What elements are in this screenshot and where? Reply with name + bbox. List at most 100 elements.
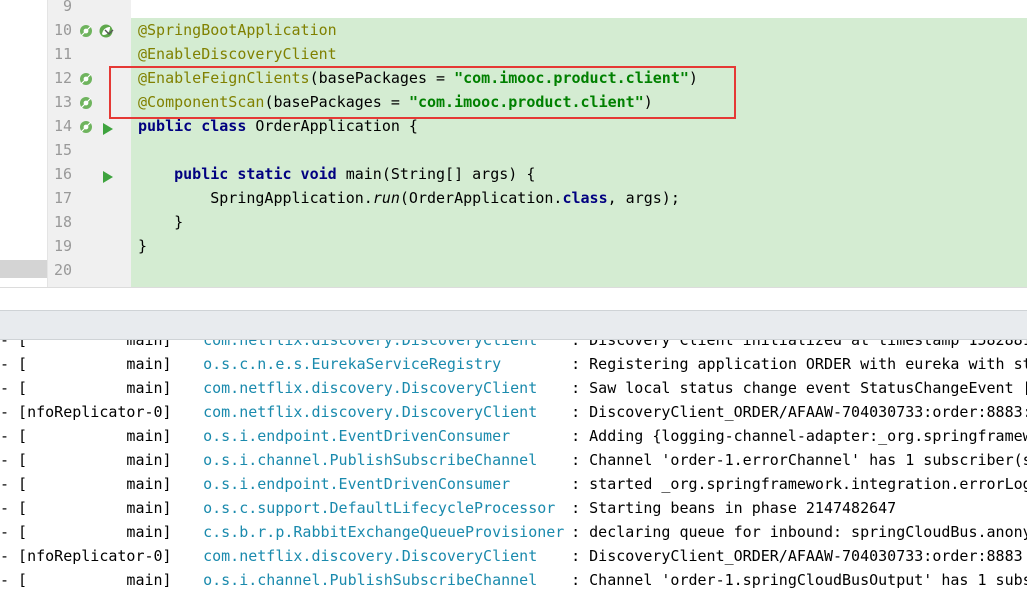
- log-line: - [nfoReplicator-0] com.netflix.discover…: [0, 400, 1027, 424]
- code-line: }: [138, 210, 183, 234]
- line-number: 20: [53, 261, 72, 279]
- code-token: SpringApplication.: [138, 189, 373, 207]
- gutter-line: 20: [48, 258, 132, 282]
- log-logger-link[interactable]: com.netflix.discovery.DiscoveryClient: [203, 400, 571, 424]
- code-line: @SpringBootApplication: [138, 18, 337, 42]
- gutter-line: 11: [48, 42, 132, 66]
- log-line: - [ main] o.s.c.n.e.s.EurekaServiceRegis…: [0, 352, 1027, 376]
- log-thread: main]: [27, 379, 181, 397]
- log-prefix: - [: [0, 475, 28, 493]
- gutter-line: 17: [48, 186, 132, 210]
- log-message: : Registering application ORDER with eur…: [571, 355, 1027, 373]
- gutter-line: 18: [48, 210, 132, 234]
- log-thread: main]: [27, 355, 181, 373]
- code-token: class: [562, 189, 608, 207]
- log-thread: main]: [27, 340, 181, 349]
- log-line: - [nfoReplicator-0] com.netflix.discover…: [0, 544, 1027, 568]
- log-logger-link[interactable]: o.s.c.n.e.s.EurekaServiceRegistry: [203, 352, 571, 376]
- log-thread: main]: [27, 427, 181, 445]
- log-message: : declaring queue for inbound: springClo…: [571, 523, 1027, 541]
- line-number: 17: [53, 189, 72, 207]
- log-thread: main]: [27, 499, 181, 517]
- log-message: : Channel 'order-1.springCloudBusOutput'…: [571, 571, 1027, 589]
- code-token: public class: [138, 117, 256, 135]
- code-line: @EnableDiscoveryClient: [138, 42, 337, 66]
- code-token: }: [138, 237, 148, 255]
- code-token: OrderApplication {: [255, 117, 418, 135]
- editor-gutter: 9 10 11 12 13 14 15 16 17 18 19 20: [47, 0, 132, 287]
- gutter-line: 15: [48, 138, 132, 162]
- log-line: - [ main] com.netflix.discovery.Discover…: [0, 340, 1027, 352]
- line-number: 14: [53, 117, 72, 135]
- log-prefix: - [: [0, 451, 28, 469]
- log-prefix: - [: [0, 499, 28, 517]
- log-thread: main]: [27, 571, 181, 589]
- log-message: : Saw local status change event StatusCh…: [571, 379, 1027, 397]
- log-line: - [ main] o.s.i.endpoint.EventDrivenCons…: [0, 424, 1027, 448]
- log-line: - [ main] o.s.i.endpoint.EventDrivenCons…: [0, 472, 1027, 496]
- log-message: : Adding {logging-channel-adapter:_org.s…: [571, 427, 1027, 445]
- log-line: - [ main] c.s.b.r.p.RabbitExchangeQueueP…: [0, 520, 1027, 544]
- gutter-line: 19: [48, 234, 132, 258]
- line-number: 15: [53, 141, 72, 159]
- log-thread: nfoReplicator-0]: [27, 403, 181, 421]
- log-message: : DiscoveryClient_ORDER/AFAAW-704030733:…: [571, 547, 1027, 565]
- log-prefix: - [: [0, 355, 28, 373]
- log-thread: main]: [27, 475, 181, 493]
- log-line: - [ main] o.s.i.channel.PublishSubscribe…: [0, 448, 1027, 472]
- log-logger-link[interactable]: o.s.i.channel.PublishSubscribeChannel: [203, 568, 571, 592]
- log-prefix: - [: [0, 571, 28, 589]
- log-logger-link[interactable]: o.s.i.endpoint.EventDrivenConsumer: [203, 472, 571, 496]
- log-logger-link[interactable]: o.s.c.support.DefaultLifecycleProcessor: [203, 496, 571, 520]
- log-logger-link[interactable]: c.s.b.r.p.RabbitExchangeQueueProvisioner: [203, 520, 571, 544]
- log-prefix: - [: [0, 403, 28, 421]
- log-logger-link[interactable]: o.s.i.endpoint.EventDrivenConsumer: [203, 424, 571, 448]
- log-prefix: - [: [0, 340, 28, 349]
- line-number: 11: [53, 45, 72, 63]
- red-highlight-box: [109, 66, 736, 119]
- line-number: 13: [53, 93, 72, 111]
- log-prefix: - [: [0, 547, 28, 565]
- log-logger-link[interactable]: o.s.i.channel.PublishSubscribeChannel: [203, 448, 571, 472]
- log-message: : Channel 'order-1.errorChannel' has 1 s…: [571, 451, 1027, 469]
- line-number: 9: [62, 0, 72, 15]
- log-prefix: - [: [0, 379, 28, 397]
- code-line: SpringApplication.run(OrderApplication.c…: [138, 186, 680, 210]
- log-line: - [ main] o.s.c.support.DefaultLifecycle…: [0, 496, 896, 520]
- log-logger-link[interactable]: com.netflix.discovery.DiscoveryClient: [203, 376, 571, 400]
- run-console[interactable]: - [ main] com.netflix.discovery.Discover…: [0, 340, 1027, 601]
- code-token: (OrderApplication.: [399, 189, 563, 207]
- log-message: : Discovery Client initialized at timest…: [571, 340, 1027, 349]
- line-number: 12: [53, 69, 72, 87]
- panel-divider[interactable]: [0, 287, 1027, 310]
- line-number: 19: [53, 237, 72, 255]
- selected-strip-item: [0, 260, 47, 278]
- left-tool-strip: [0, 0, 47, 287]
- code-token: run: [372, 189, 400, 207]
- log-line: - [ main] o.s.i.channel.PublishSubscribe…: [0, 568, 1027, 592]
- log-thread: main]: [27, 523, 181, 541]
- log-thread: nfoReplicator-0]: [27, 547, 181, 565]
- log-message: : DiscoveryClient_ORDER/AFAAW-704030733:…: [571, 403, 1027, 421]
- log-logger-link[interactable]: com.netflix.discovery.DiscoveryClient: [203, 544, 571, 568]
- code-token: main(String[] args) {: [345, 165, 536, 183]
- log-thread: main]: [27, 451, 181, 469]
- log-message: : started _org.springframework.integrati…: [571, 475, 1027, 493]
- line-number: 16: [53, 165, 72, 183]
- log-prefix: - [: [0, 427, 28, 445]
- log-logger-link[interactable]: com.netflix.discovery.DiscoveryClient: [203, 340, 571, 352]
- code-area[interactable]: @SpringBootApplication @EnableDiscoveryCl…: [131, 0, 1027, 287]
- code-token: @EnableDiscoveryClient: [138, 45, 337, 63]
- line-number: 10: [53, 21, 72, 39]
- code-editor[interactable]: 9 10 11 12 13 14 15 16 17 18 19 20 @SpringBootAppl…: [0, 0, 1027, 287]
- log-line: - [ main] com.netflix.discovery.Discover…: [0, 376, 1027, 400]
- log-prefix: - [: [0, 523, 28, 541]
- gutter-line: 16: [48, 162, 132, 186]
- log-message: : Starting beans in phase 2147482647: [571, 499, 897, 517]
- code-token: , args);: [607, 189, 680, 207]
- line-number: 18: [53, 213, 72, 231]
- collapse-arrow-icon: [104, 20, 114, 44]
- code-token: }: [138, 213, 184, 231]
- gutter-line: 10: [48, 18, 132, 42]
